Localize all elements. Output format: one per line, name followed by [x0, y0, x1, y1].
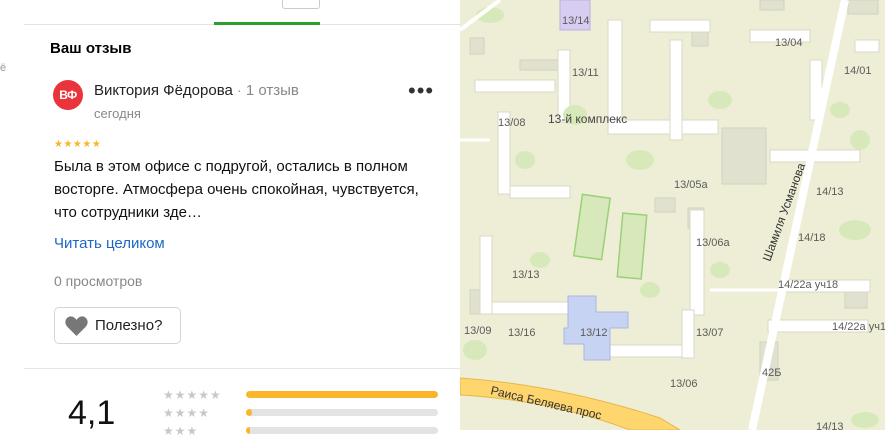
map-label: 13/16	[508, 327, 536, 339]
read-more-link[interactable]: Читать целиком	[54, 235, 165, 252]
heart-icon	[65, 315, 88, 336]
review-date: сегодня	[94, 106, 141, 121]
author-name[interactable]: Виктория Фёдорова	[94, 82, 233, 99]
map-label: 13/09	[464, 325, 492, 337]
tab-bar	[24, 0, 460, 25]
map-label: 14/18	[798, 232, 826, 244]
tab-fragment[interactable]	[282, 0, 320, 9]
views-count: 0 просмотров	[54, 273, 143, 289]
sidebar-fragment: ё	[0, 62, 7, 74]
review-text: Была в этом офисе с подругой, остались в…	[54, 158, 419, 221]
tab-active-indicator	[214, 22, 320, 25]
map-label: 13/06а	[696, 237, 731, 249]
map-label: 13/07	[696, 327, 724, 339]
avatar[interactable]: ВФ	[53, 80, 83, 110]
rating-bar-fill	[246, 427, 250, 434]
your-review-title: Ваш отзыв	[50, 40, 132, 57]
map-label: 14/22а уч16	[832, 321, 885, 333]
left-sidebar-edge: ё	[0, 0, 25, 430]
map-label: 13/04	[775, 37, 803, 49]
rating-bar-fill	[246, 391, 438, 398]
rating-bar	[246, 391, 438, 398]
rating-row-stars: ★★★	[163, 424, 199, 438]
map-label: 13/12	[580, 327, 608, 339]
rating-row-stars: ★★★★	[163, 406, 211, 420]
map-label: 42Б	[762, 367, 781, 379]
helpful-label: Полезно?	[95, 317, 163, 334]
map-label: 13/08	[498, 117, 526, 129]
map-label: 13/06	[670, 378, 698, 390]
rating-bar-fill	[246, 409, 252, 416]
map-label: 13/05а	[674, 179, 709, 191]
helpful-button[interactable]: Полезно?	[54, 307, 181, 344]
rating-bar	[246, 409, 438, 416]
more-options-icon[interactable]: •••	[408, 80, 434, 102]
map-label: 14/22а уч18	[778, 279, 838, 291]
section-divider	[24, 368, 460, 369]
map-label: 14/01	[844, 65, 872, 77]
rating-bar	[246, 427, 438, 434]
organization-panel: Ваш отзыв ВФ Виктория Фёдорова · 1 отзыв с…	[24, 0, 460, 438]
map-label: 13/13	[512, 269, 540, 281]
map-label: 14/13	[816, 421, 844, 430]
map-label: 14/13	[816, 186, 844, 198]
separator-dot: ·	[236, 82, 242, 99]
review-author-line: Виктория Фёдорова · 1 отзыв	[94, 82, 299, 99]
review-stars: ★★★★★	[54, 139, 102, 150]
average-rating: 4,1	[68, 394, 116, 432]
author-review-count[interactable]: 1 отзыв	[246, 82, 299, 99]
map-label: 13/14	[562, 15, 590, 27]
map-view[interactable]: 13/14 13/04 14/01 13/11 13/08 13-й компл…	[460, 0, 885, 430]
map-label: 13/11	[572, 67, 599, 79]
rating-row-stars: ★★★★★	[163, 388, 222, 402]
map-label: 13-й комплекс	[548, 112, 627, 126]
